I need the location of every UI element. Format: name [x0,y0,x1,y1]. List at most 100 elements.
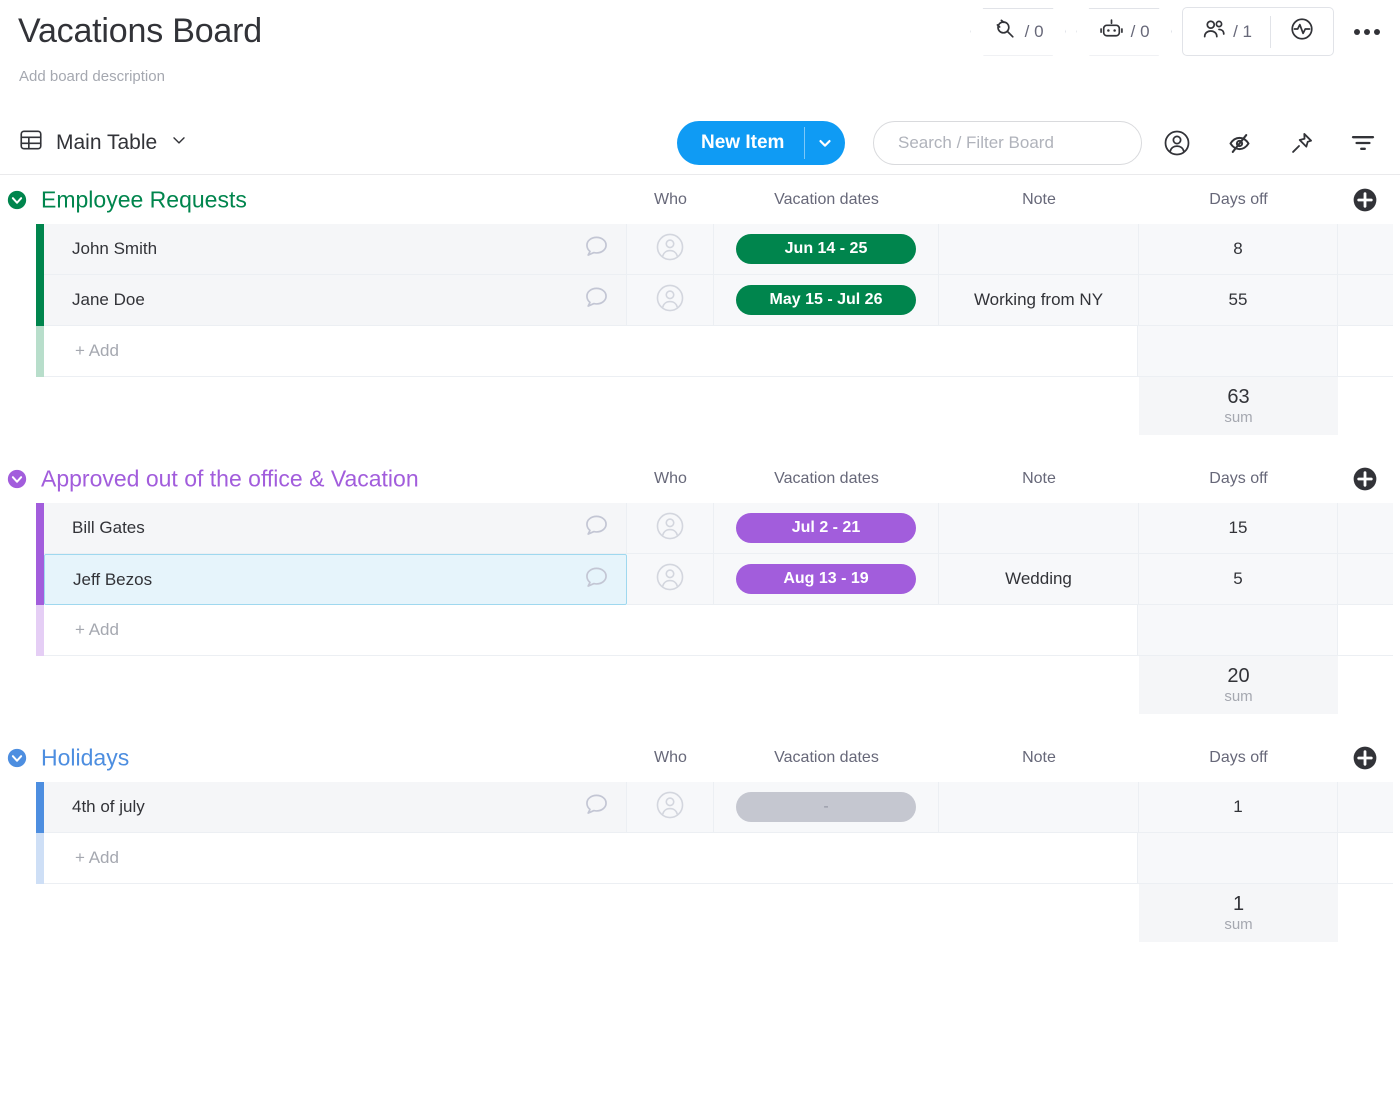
column-header-who[interactable]: Who [627,734,714,782]
column-header-vacation-dates[interactable]: Vacation dates [714,455,939,503]
days-off-summary[interactable]: 1sum [1139,884,1338,942]
days-off-summary[interactable]: 63sum [1139,377,1338,435]
days-off-cell[interactable]: 8 [1139,224,1338,275]
view-tab-main-table[interactable]: Main Table [18,127,189,158]
eye-slash-icon[interactable] [1217,121,1261,165]
add-column-button[interactable] [1352,745,1378,771]
add-column-button[interactable] [1352,466,1378,492]
page-title[interactable]: Vacations Board [18,8,262,54]
add-column-icon[interactable] [1352,479,1378,496]
avatar[interactable] [654,231,686,268]
chat-bubble-icon[interactable] [583,791,610,823]
group-rows: John Smith Jun 14 - 25 8 Jane Doe May 15 - J… [0,224,1400,377]
column-header-vacation-dates[interactable]: Vacation dates [714,176,939,224]
avatar[interactable] [654,789,686,826]
date-pill[interactable]: Jul 2 - 21 [736,513,916,543]
board-members-button[interactable]: / 1 [1183,8,1270,55]
add-item-row[interactable]: + Add [0,605,1400,656]
note-value: Wedding [1005,569,1072,589]
note-cell[interactable]: Working from NY [939,275,1139,326]
item-name-cell[interactable]: Jane Doe [44,275,627,326]
who-cell[interactable] [627,224,714,275]
pin-icon[interactable] [1279,121,1323,165]
column-header-days-off[interactable]: Days off [1139,734,1338,782]
table-row[interactable]: Jeff Bezos Aug 13 - 19 Wedding 5 [0,554,1400,605]
table-row[interactable]: Bill Gates Jul 2 - 21 15 [0,503,1400,554]
integrations-button[interactable]: / 0 [970,8,1066,56]
add-item-row[interactable]: + Add [0,326,1400,377]
vacation-dates-cell[interactable]: - [714,782,939,833]
column-header-note[interactable]: Note [939,455,1139,503]
who-cell[interactable] [627,554,714,605]
filter-sort-icon[interactable] [1341,121,1385,165]
chat-bubble-icon[interactable] [583,284,610,316]
group-color-bar [36,503,44,554]
board-description[interactable]: Add board description [19,68,165,85]
vacation-dates-cell[interactable]: Jul 2 - 21 [714,503,939,554]
days-off-value: 5 [1233,569,1242,589]
item-name-cell[interactable]: Bill Gates [44,503,627,554]
note-cell[interactable] [939,503,1139,554]
note-cell[interactable] [939,782,1139,833]
avatar[interactable] [654,561,686,598]
avatar[interactable] [654,282,686,319]
summary-value: 20 [1227,664,1249,688]
table-row[interactable]: Jane Doe May 15 - Jul 26 Working from NY 55 [0,275,1400,326]
column-header-who[interactable]: Who [627,455,714,503]
vacation-dates-cell[interactable]: Aug 13 - 19 [714,554,939,605]
who-cell[interactable] [627,275,714,326]
add-item-button[interactable]: + Add [44,833,1138,884]
date-pill[interactable]: May 15 - Jul 26 [736,285,916,315]
chat-bubble-icon[interactable] [583,512,610,544]
date-pill[interactable]: Jun 14 - 25 [736,234,916,264]
new-item-button[interactable]: New Item [677,121,845,165]
chat-bubble-icon[interactable] [583,233,610,265]
add-column-icon[interactable] [1352,200,1378,217]
automations-button[interactable]: / 0 [1076,8,1172,56]
days-off-cell[interactable]: 1 [1139,782,1338,833]
item-name-cell[interactable]: Jeff Bezos [44,554,627,605]
column-header-note[interactable]: Note [939,734,1139,782]
who-cell[interactable] [627,782,714,833]
add-column-icon[interactable] [1352,758,1378,775]
note-value: Working from NY [974,290,1103,310]
add-item-button[interactable]: + Add [44,605,1138,656]
column-header-days-off[interactable]: Days off [1139,455,1338,503]
note-cell[interactable]: Wedding [939,554,1139,605]
column-header-days-off[interactable]: Days off [1139,176,1338,224]
add-column-button[interactable] [1352,187,1378,213]
item-name: Jeff Bezos [73,570,152,590]
group-summary-row: 63sum [0,377,1400,435]
column-header-who[interactable]: Who [627,176,714,224]
add-item-row[interactable]: + Add [0,833,1400,884]
vacation-dates-cell[interactable]: May 15 - Jul 26 [714,275,939,326]
column-header-vacation-dates[interactable]: Vacation dates [714,734,939,782]
group-spacer [0,942,1400,962]
search-input[interactable] [896,132,1119,154]
table-row[interactable]: John Smith Jun 14 - 25 8 [0,224,1400,275]
vacation-dates-cell[interactable]: Jun 14 - 25 [714,224,939,275]
avatar[interactable] [654,510,686,547]
column-header-note[interactable]: Note [939,176,1139,224]
days-off-cell[interactable]: 55 [1139,275,1338,326]
person-filter-icon[interactable] [1155,121,1199,165]
days-off-summary[interactable]: 20sum [1139,656,1338,714]
group-color-bar [36,554,44,605]
group-summary-row: 20sum [0,656,1400,714]
add-item-button[interactable]: + Add [44,326,1138,377]
chevron-down-icon[interactable] [169,130,189,155]
search-filter-box[interactable] [873,121,1142,165]
item-name-cell[interactable]: 4th of july [44,782,627,833]
dot [1374,29,1380,35]
activity-log-button[interactable] [1271,8,1333,55]
item-name-cell[interactable]: John Smith [44,224,627,275]
date-pill[interactable]: Aug 13 - 19 [736,564,916,594]
more-options-icon[interactable] [1350,15,1384,49]
note-cell[interactable] [939,224,1139,275]
days-off-cell[interactable]: 15 [1139,503,1338,554]
chat-bubble-icon[interactable] [583,564,610,596]
date-pill[interactable]: - [736,792,916,822]
days-off-cell[interactable]: 5 [1139,554,1338,605]
who-cell[interactable] [627,503,714,554]
table-row[interactable]: 4th of july - 1 [0,782,1400,833]
